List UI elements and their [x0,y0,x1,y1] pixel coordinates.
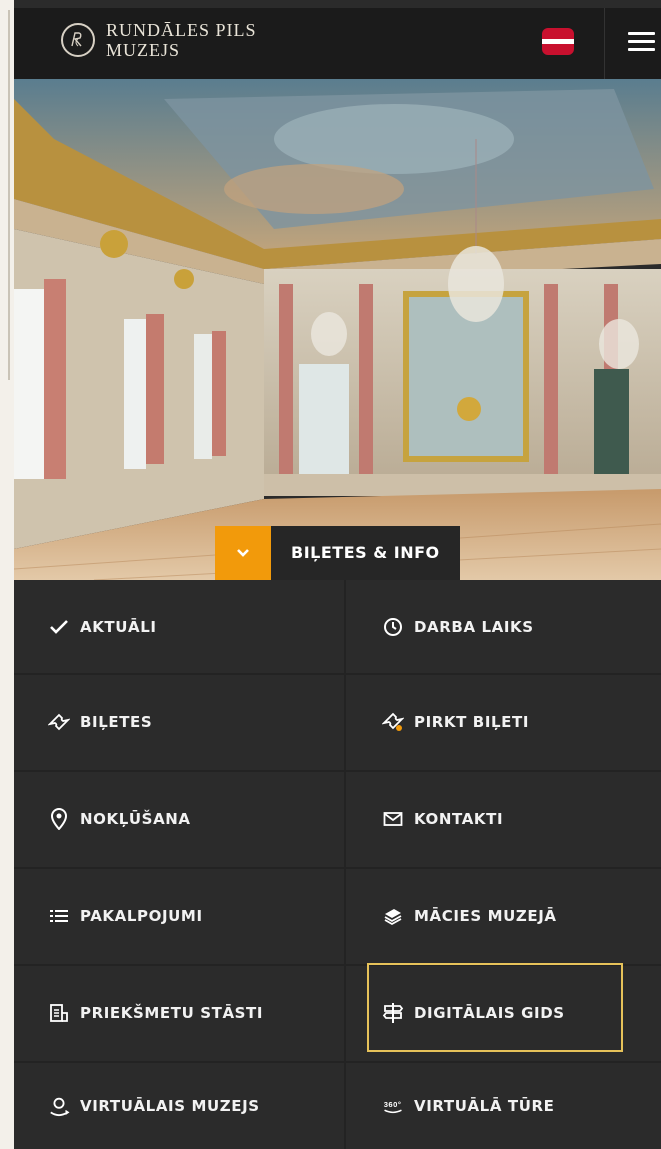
clock-icon [382,616,404,638]
menu-item-label: AKTUĀLI [80,617,157,636]
menu-item-label: PAKALPOJUMI [80,906,203,925]
tickets-info-label[interactable]: BIĻETES & INFO [271,526,460,580]
menu-item-prieksmetu-stasti[interactable]: PRIEKŠMETU STĀSTI [14,966,344,1059]
museum-logo-icon[interactable] [61,23,95,57]
mobile-app: RUNDĀLES PILS MUZEJS BIĻETES & INFO AKTU… [14,0,661,1149]
books-icon [382,905,404,927]
menu-item-label: KONTAKTI [414,809,504,828]
hero-image-palace-hall: BIĻETES & INFO [14,79,661,580]
menu-item-label: BIĻETES [80,712,153,731]
menu-item-label: VIRTUĀLĀ TŪRE [414,1097,555,1115]
grid-divider [344,580,346,1149]
grid-divider [14,867,661,869]
menu-item-label: VIRTUĀLAIS MUZEJS [80,1097,260,1115]
menu-item-biletes[interactable]: BIĻETES [14,675,344,768]
language-flag-latvia-button[interactable] [542,28,574,55]
menu-item-label: DIGITĀLAIS GIDS [414,1003,565,1022]
svg-text:360°: 360° [384,1100,402,1109]
menu-item-aktuali[interactable]: AKTUĀLI [14,580,344,673]
menu-item-darba-laiks[interactable]: DARBA LAIKS [346,580,661,673]
menu-item-macies-muzeja[interactable]: MĀCIES MUZEJĀ [346,869,661,962]
menu-item-label: PIRKT BIĻETI [414,712,530,731]
ballroom-illustration [14,79,661,580]
scroll-edge [2,10,10,380]
menu-item-label: PRIEKŠMETU STĀSTI [80,1003,264,1022]
grid-divider [14,770,661,772]
menu-item-virtuala-ture[interactable]: 360° VIRTUĀLĀ TŪRE [346,1063,661,1149]
menu-item-digitalais-gids[interactable]: DIGITĀLAIS GIDS [346,966,661,1059]
header-divider [604,8,605,79]
envelope-icon [382,808,404,830]
menu-item-pirkt-bileti[interactable]: PIRKT BIĻETI [346,675,661,768]
list-icon [48,905,70,927]
360-icon: 360° [382,1095,404,1117]
header: RUNDĀLES PILS MUZEJS [14,8,661,79]
ticket-icon [48,711,70,733]
tickets-info-dropdown[interactable]: BIĻETES & INFO [215,526,460,580]
menu-item-noklusana[interactable]: NOKĻŪŠANA [14,772,344,865]
grid-divider [14,964,661,966]
signpost-icon [382,1002,404,1024]
menu-item-virtualais-muzejs[interactable]: VIRTUĀLAIS MUZEJS [14,1063,344,1149]
buy-ticket-icon [382,711,404,733]
menu-item-pakalpojumi[interactable]: PAKALPOJUMI [14,869,344,962]
menu-item-kontakti[interactable]: KONTAKTI [346,772,661,865]
stories-icon [48,1002,70,1024]
chevron-down-icon[interactable] [215,526,271,580]
site-logo-text[interactable]: RUNDĀLES PILS MUZEJS [106,20,257,60]
grid-divider [14,673,661,675]
vr-person-icon [48,1095,70,1117]
hamburger-menu-icon[interactable] [628,32,655,52]
quick-links-grid: AKTUĀLI DARBA LAIKS BIĻETES PIRKT BIĻETI… [14,580,661,1149]
logo-line-2: MUZEJS [106,40,181,60]
page-left-margin [0,0,14,1149]
menu-item-label: MĀCIES MUZEJĀ [414,906,557,925]
check-icon [48,616,70,638]
location-pin-icon [48,807,70,830]
menu-item-label: NOKĻŪŠANA [80,809,191,828]
menu-item-label: DARBA LAIKS [414,617,534,636]
logo-line-1: RUNDĀLES PILS [106,20,257,40]
grid-divider [14,1061,661,1063]
